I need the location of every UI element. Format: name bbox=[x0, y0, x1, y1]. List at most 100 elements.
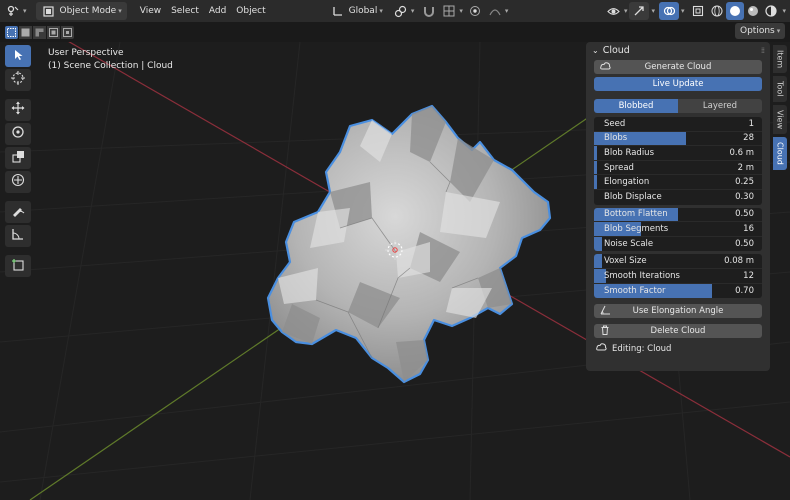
blob-settings-group: Seed 1 Blobs 28 Blob Radius 0.6 m Spread 2 m… bbox=[594, 117, 762, 205]
generate-cloud-button[interactable]: Generate Cloud bbox=[594, 60, 762, 74]
collection-label: (1) Scene Collection | Cloud bbox=[48, 61, 173, 71]
live-update-label: Live Update bbox=[652, 79, 704, 89]
shape-settings-group: Bottom Flatten 0.50 Blob Segments 16 Noise… bbox=[594, 207, 762, 252]
field-value: 1 bbox=[748, 118, 754, 129]
viewport-info: User Perspective (1) Scene Collection | … bbox=[48, 47, 173, 73]
shading-solid-button[interactable] bbox=[726, 2, 745, 20]
add-cube-icon bbox=[11, 257, 25, 275]
shading-wireframe-button[interactable] bbox=[708, 2, 726, 20]
spread-slider[interactable]: Spread 2 m bbox=[594, 160, 762, 176]
drag-handle-icon[interactable]: ⁞⁞ bbox=[761, 46, 765, 55]
cursor-tool[interactable] bbox=[5, 69, 31, 91]
live-update-toggle[interactable]: Live Update bbox=[594, 77, 762, 91]
snap-target-dropdown[interactable]: ▾ bbox=[439, 2, 465, 20]
menu-object[interactable]: Object bbox=[231, 6, 270, 16]
seed-field[interactable]: Seed 1 bbox=[594, 117, 762, 132]
cloud-icon bbox=[600, 61, 611, 74]
tab-blobbed[interactable]: Blobbed bbox=[594, 99, 678, 113]
field-label: Blobs bbox=[604, 133, 628, 144]
move-arrows-icon bbox=[11, 101, 25, 119]
select-subtract-icon[interactable] bbox=[33, 25, 46, 39]
noise-scale-slider[interactable]: Noise Scale 0.50 bbox=[594, 236, 762, 252]
chevron-down-icon: ▾ bbox=[459, 7, 463, 15]
select-box-tool[interactable] bbox=[5, 45, 31, 67]
magnet-icon bbox=[421, 3, 437, 19]
chevron-down-icon[interactable]: ▾ bbox=[782, 7, 786, 15]
bottom-flatten-slider[interactable]: Bottom Flatten 0.50 bbox=[594, 207, 762, 223]
chevron-down-icon: ▾ bbox=[410, 7, 415, 15]
gizmo-toggle[interactable] bbox=[629, 2, 650, 20]
mode-dropdown[interactable]: Object Mode ▾ bbox=[35, 2, 127, 20]
use-elongation-angle-button[interactable]: Use Elongation Angle bbox=[594, 304, 762, 319]
xray-toggle[interactable] bbox=[688, 2, 708, 20]
crosshair-icon bbox=[11, 71, 25, 89]
blob-segments-slider[interactable]: Blob Segments 16 bbox=[594, 222, 762, 237]
generate-cloud-label: Generate Cloud bbox=[644, 62, 712, 72]
options-dropdown[interactable]: Options ▾ bbox=[735, 23, 786, 39]
menu-select[interactable]: Select bbox=[166, 6, 204, 16]
voxel-size-slider[interactable]: Voxel Size 0.08 m bbox=[594, 254, 762, 269]
measure-tool[interactable] bbox=[5, 225, 31, 247]
annotate-tool[interactable] bbox=[5, 201, 31, 223]
delete-cloud-label: Delete Cloud bbox=[650, 326, 706, 337]
object-mode-icon bbox=[41, 3, 57, 19]
panel-title: Cloud bbox=[602, 44, 630, 56]
add-cube-tool[interactable] bbox=[5, 255, 31, 277]
snap-toggle[interactable] bbox=[419, 2, 439, 20]
field-label: Blob Segments bbox=[604, 223, 669, 234]
select-invert-icon[interactable] bbox=[47, 25, 60, 39]
panel-header[interactable]: ⌄ Cloud ⁞⁞ bbox=[586, 42, 770, 58]
editing-status: Editing: Cloud bbox=[594, 342, 762, 355]
tab-view[interactable]: View bbox=[773, 104, 787, 134]
proportional-editing-icon bbox=[467, 3, 483, 19]
rotate-tool[interactable] bbox=[5, 123, 31, 145]
shading-rendered-button[interactable] bbox=[762, 2, 780, 20]
field-label: Smooth Iterations bbox=[604, 270, 680, 281]
blobs-slider[interactable]: Blobs 28 bbox=[594, 131, 762, 147]
smooth-factor-slider[interactable]: Smooth Factor 0.70 bbox=[594, 283, 762, 299]
smooth-iterations-slider[interactable]: Smooth Iterations 12 bbox=[594, 268, 762, 284]
field-label: Elongation bbox=[604, 177, 650, 188]
blob-radius-slider[interactable]: Blob Radius 0.6 m bbox=[594, 146, 762, 161]
proportional-editing-toggle[interactable] bbox=[465, 2, 485, 20]
select-intersect-icon[interactable] bbox=[61, 25, 74, 39]
field-value: 28 bbox=[743, 133, 754, 144]
editing-label: Editing: Cloud bbox=[612, 343, 672, 354]
transform-icon bbox=[11, 173, 25, 191]
blob-displace-slider[interactable]: Blob Displace 0.30 bbox=[594, 190, 762, 205]
mode-tabs: Blobbed Layered bbox=[594, 99, 762, 113]
menu-add[interactable]: Add bbox=[204, 6, 231, 16]
visibility-dropdown[interactable]: ▾ bbox=[604, 2, 630, 20]
chevron-down-icon[interactable]: ▾ bbox=[681, 7, 685, 15]
menu-view[interactable]: View bbox=[135, 6, 166, 16]
chevron-down-icon: ▾ bbox=[776, 27, 781, 35]
pivot-point-dropdown[interactable]: ▾ bbox=[388, 2, 420, 20]
chevron-down-icon[interactable]: ▾ bbox=[651, 7, 655, 15]
tab-tool[interactable]: Tool bbox=[773, 76, 787, 102]
select-extend-icon[interactable] bbox=[19, 25, 32, 39]
transform-tool[interactable] bbox=[5, 171, 31, 193]
falloff-curve-icon bbox=[487, 3, 503, 19]
tab-layered[interactable]: Layered bbox=[678, 99, 762, 113]
perspective-label: User Perspective bbox=[48, 48, 124, 58]
cloud-panel: ⌄ Cloud ⁞⁞ Generate Cloud Live Update Bl… bbox=[586, 42, 770, 371]
chevron-down-icon: ▾ bbox=[379, 7, 383, 15]
sidebar-tabs: Item Tool View Cloud bbox=[773, 45, 788, 170]
elongation-slider[interactable]: Elongation 0.25 bbox=[594, 175, 762, 190]
tab-cloud[interactable]: Cloud bbox=[773, 136, 787, 170]
falloff-dropdown[interactable]: ▾ bbox=[485, 2, 511, 20]
pencil-icon bbox=[11, 203, 25, 221]
select-new-icon[interactable] bbox=[5, 25, 18, 39]
options-label: Options bbox=[740, 26, 775, 36]
scale-tool[interactable] bbox=[5, 147, 31, 169]
delete-cloud-button[interactable]: Delete Cloud bbox=[594, 324, 762, 339]
overlays-toggle[interactable] bbox=[658, 2, 679, 20]
move-tool[interactable] bbox=[5, 99, 31, 121]
transform-orientation-dropdown[interactable]: Global ▾ bbox=[325, 2, 388, 20]
cloud-mesh[interactable] bbox=[266, 104, 552, 384]
shading-material-button[interactable] bbox=[744, 2, 762, 20]
editor-type-button[interactable]: ▾ bbox=[0, 2, 32, 20]
field-label: Smooth Factor bbox=[604, 285, 666, 296]
tab-item[interactable]: Item bbox=[773, 45, 787, 74]
chevron-down-icon: ▾ bbox=[118, 7, 122, 15]
